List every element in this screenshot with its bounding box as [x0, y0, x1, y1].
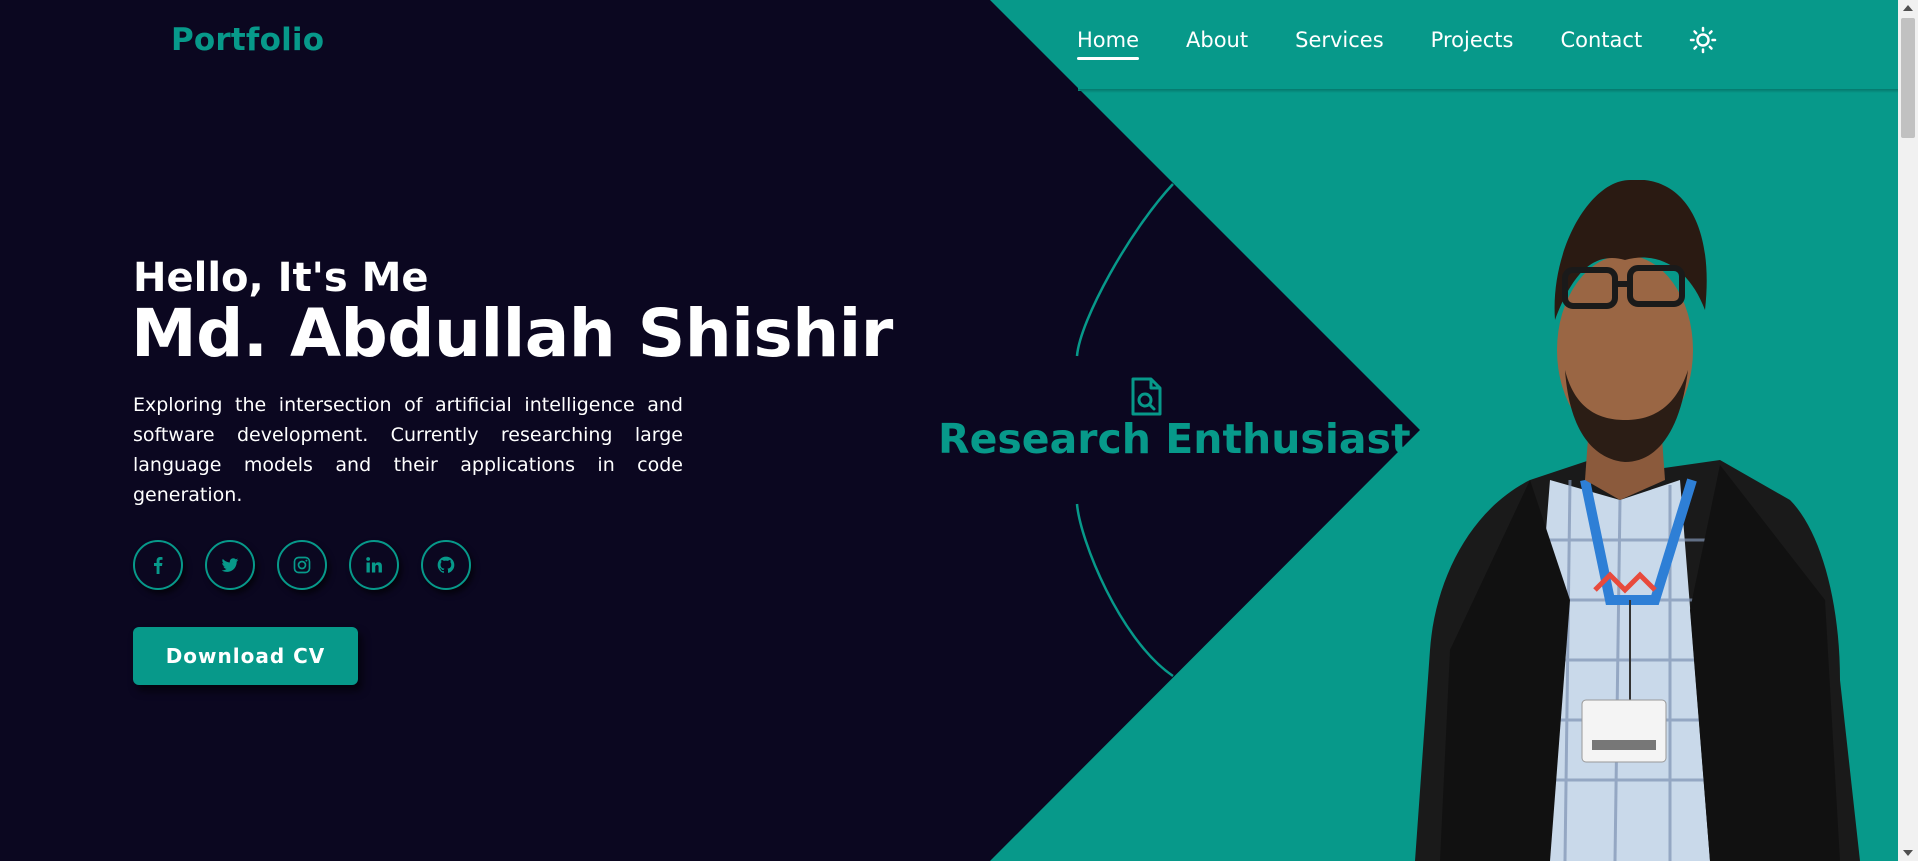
scroll-up-arrow-icon[interactable]	[1903, 5, 1913, 11]
social-links	[133, 540, 493, 590]
linkedin-icon[interactable]	[349, 540, 399, 590]
download-cv-button[interactable]: Download CV	[133, 627, 358, 685]
page-scrollbar[interactable]	[1898, 0, 1918, 861]
document-search-icon	[1131, 377, 1162, 416]
main-nav: Home About Services Projects Contact	[1077, 26, 1717, 60]
nav-about[interactable]: About	[1186, 28, 1248, 60]
nav-services[interactable]: Services	[1295, 28, 1384, 60]
hero-name: Md. Abdullah Shishir	[131, 295, 893, 372]
sun-icon[interactable]	[1689, 26, 1717, 54]
facebook-icon[interactable]	[133, 540, 183, 590]
scroll-down-arrow-icon[interactable]	[1903, 850, 1913, 856]
page: Portfolio Home About Services Projects C…	[0, 0, 1918, 861]
nav-contact[interactable]: Contact	[1560, 28, 1642, 60]
header-shadow	[1078, 89, 1898, 93]
github-icon[interactable]	[421, 540, 471, 590]
scroll-thumb[interactable]	[1901, 18, 1915, 138]
nav-home[interactable]: Home	[1077, 28, 1140, 60]
instagram-icon[interactable]	[277, 540, 327, 590]
nav-projects[interactable]: Projects	[1431, 28, 1514, 60]
profile-photo	[1415, 180, 1860, 861]
hero-bio: Exploring the intersection of artificial…	[133, 394, 683, 506]
logo[interactable]: Portfolio	[171, 22, 324, 58]
twitter-icon[interactable]	[205, 540, 255, 590]
